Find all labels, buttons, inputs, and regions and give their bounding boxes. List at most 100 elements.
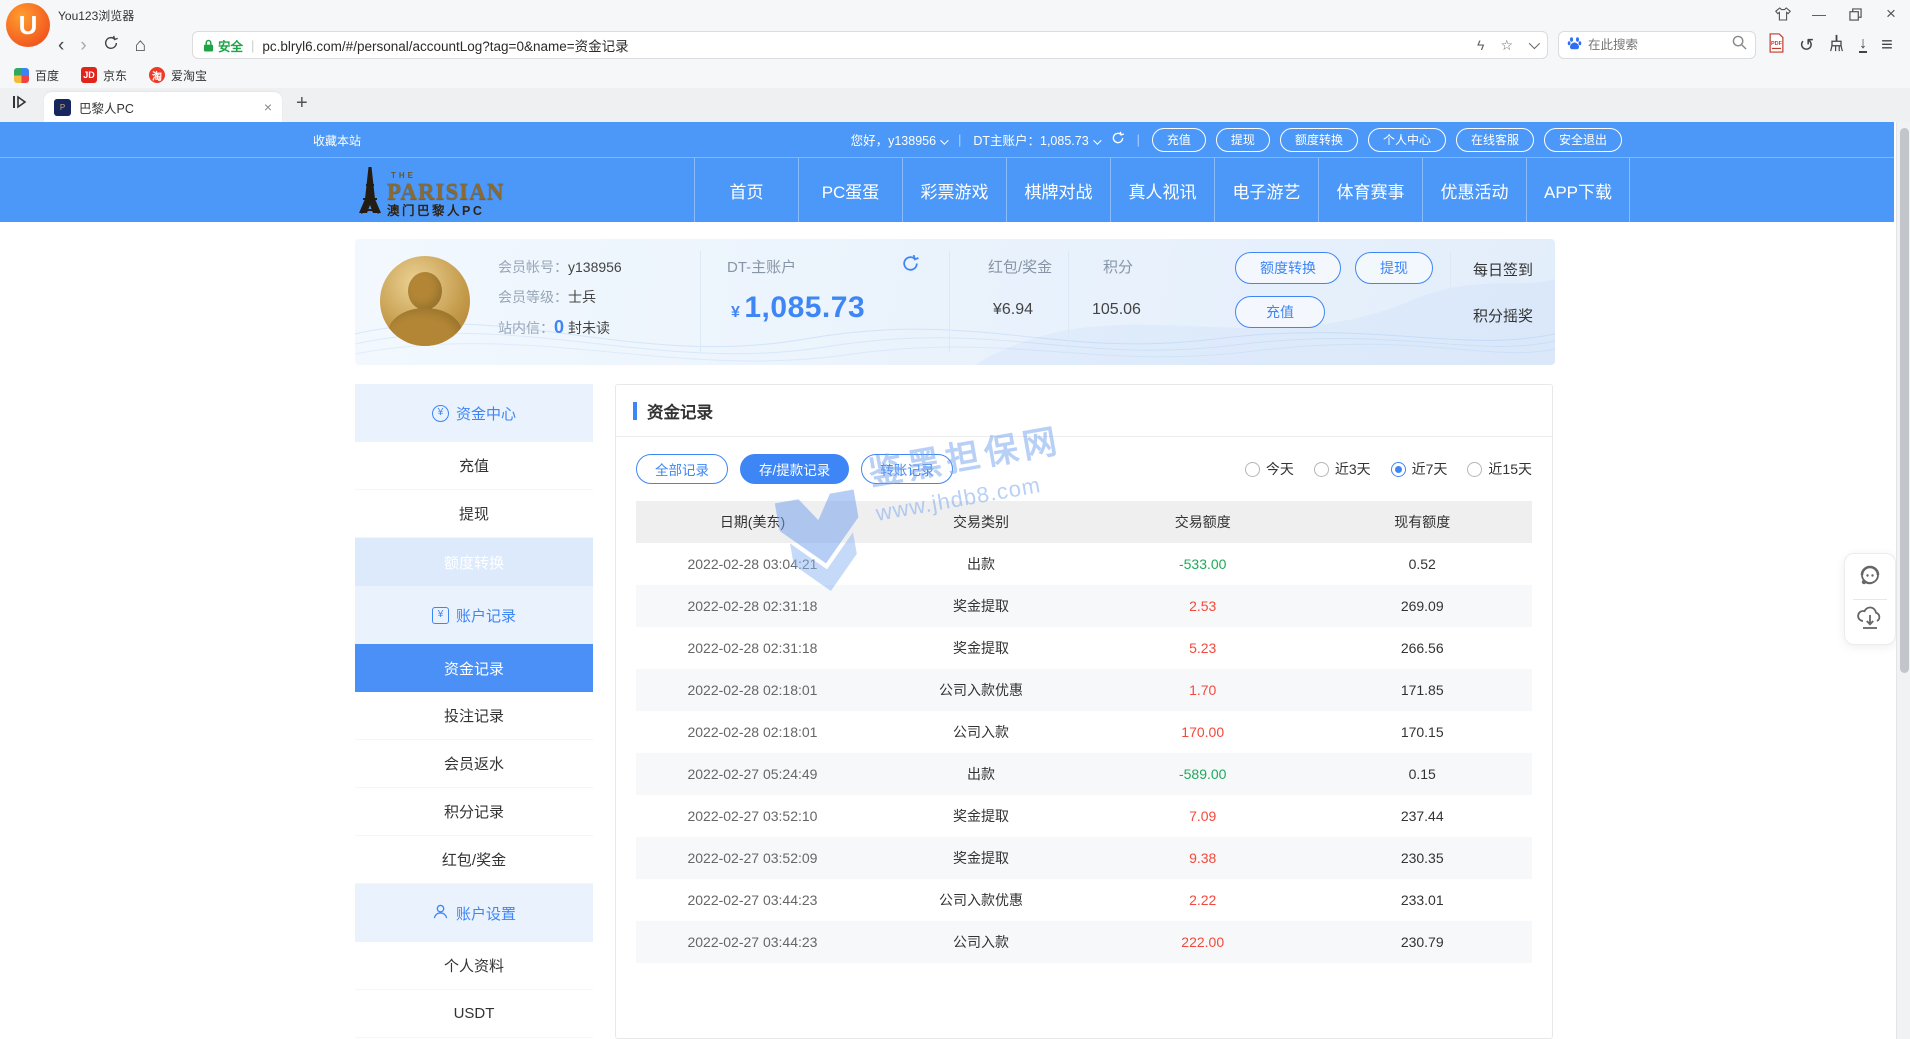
topbar-button[interactable]: 额度转换 — [1280, 128, 1358, 152]
cleaner-icon[interactable] — [1828, 34, 1845, 57]
points-value: 105.06 — [1092, 301, 1141, 319]
sidebar-item[interactable]: 会员返水 — [355, 740, 593, 788]
bookmark-taobao[interactable]: 淘 爱淘宝 — [149, 67, 207, 84]
flash-icon[interactable]: ϟ — [1477, 37, 1484, 53]
col-header-balance: 现有额度 — [1312, 512, 1532, 532]
home-button[interactable]: ⌂ — [135, 36, 146, 55]
menu-icon[interactable]: ≡ — [1881, 34, 1893, 57]
filter-tab[interactable]: 转账记录 — [861, 454, 953, 484]
undo-icon[interactable]: ↺ — [1799, 35, 1814, 56]
sidebar-item[interactable]: 个人资料 — [355, 942, 593, 990]
mail-count: 0 — [554, 317, 564, 337]
page-title: 资金记录 — [616, 385, 1552, 437]
divider — [1853, 599, 1887, 600]
avatar-head — [408, 272, 442, 310]
sidebar-item[interactable]: 投注记录 — [355, 692, 593, 740]
refresh-balance-icon[interactable] — [1111, 131, 1125, 148]
bookmark-star-icon[interactable]: ☆ — [1500, 37, 1513, 54]
forward-button[interactable]: › — [80, 36, 86, 55]
cloud-download-icon[interactable] — [1856, 605, 1884, 636]
cell-amount: 2.53 — [1093, 598, 1313, 614]
topbar-button[interactable]: 个人中心 — [1368, 128, 1446, 152]
customer-service-icon[interactable] — [1857, 563, 1883, 594]
sidebar-item[interactable]: 额度转换 — [355, 538, 593, 586]
sidebar-item[interactable]: 资金记录 — [355, 644, 593, 692]
sidebar-toggle-icon[interactable] — [12, 95, 28, 114]
site-logo[interactable]: THE PARISIAN 澳门巴黎人PC — [355, 165, 504, 217]
url-address[interactable]: pc.blryl6.com/#/personal/accountLog?tag=… — [262, 35, 1469, 55]
logo-subtitle: 澳门巴黎人PC — [387, 205, 504, 218]
col-header-amount: 交易额度 — [1093, 512, 1313, 532]
nav-menu-item[interactable]: PC蛋蛋 — [798, 158, 902, 222]
transfer-button[interactable]: 额度转换 — [1235, 252, 1341, 284]
sidebar-item[interactable]: 充值 — [355, 442, 593, 490]
search-input[interactable] — [1588, 38, 1726, 52]
cell-balance: 269.09 — [1312, 598, 1532, 614]
avatar[interactable] — [380, 256, 470, 346]
url-separator: | — [251, 38, 254, 53]
new-tab-button[interactable]: + — [296, 92, 308, 115]
bookmark-baidu[interactable]: 百度 — [14, 67, 59, 84]
favorite-site-link[interactable]: 收藏本站 — [313, 132, 361, 149]
bookmark-jd[interactable]: JD 京东 — [81, 67, 127, 84]
sidebar-item[interactable]: 积分记录 — [355, 788, 593, 836]
browser-tab[interactable]: P 巴黎人PC × — [44, 92, 282, 122]
date-range-radio[interactable]: 近15天 — [1467, 459, 1532, 479]
url-bar[interactable]: 安全 | pc.blryl6.com/#/personal/accountLog… — [192, 31, 1548, 59]
search-magnifier-icon[interactable] — [1732, 35, 1747, 55]
refresh-wallet-icon[interactable] — [901, 254, 920, 278]
wallet-balance: ¥ 1,085.73 — [731, 291, 865, 325]
nav-menu-item[interactable]: 真人视讯 — [1110, 158, 1214, 222]
sidebar-item[interactable]: 红包/奖金 — [355, 836, 593, 884]
back-button[interactable]: ‹ — [58, 36, 64, 55]
deposit-button[interactable]: 充值 — [1235, 296, 1325, 328]
filter-tab[interactable]: 存/提款记录 — [740, 454, 849, 484]
table-row: 2022-02-27 05:24:49 出款 -589.00 0.15 — [636, 753, 1532, 795]
scrollbar-thumb[interactable] — [1900, 128, 1909, 673]
cell-amount: 2.22 — [1093, 892, 1313, 908]
nav-menu-item[interactable]: 首页 — [694, 158, 798, 222]
nav-menu-item[interactable]: APP下载 — [1526, 158, 1630, 222]
sidebar-item[interactable]: USDT — [355, 990, 593, 1038]
pdf-icon[interactable]: PDF — [1768, 33, 1785, 58]
topbar-button[interactable]: 充值 — [1152, 128, 1206, 152]
nav-menu-item[interactable]: 棋牌对战 — [1006, 158, 1110, 222]
reload-button[interactable] — [103, 35, 119, 55]
cell-type: 公司入款优惠 — [869, 890, 1093, 910]
search-box[interactable] — [1558, 31, 1756, 59]
cell-type: 公司入款优惠 — [869, 680, 1093, 700]
page-scrollbar[interactable] — [1896, 122, 1910, 1039]
date-range-radio[interactable]: 近7天 — [1391, 459, 1448, 479]
nav-menu-item[interactable]: 优惠活动 — [1422, 158, 1526, 222]
topbar-button[interactable]: 在线客服 — [1456, 128, 1534, 152]
nav-menu-item[interactable]: 体育赛事 — [1318, 158, 1422, 222]
main-account-text[interactable]: DT主账户：1,085.73 — [973, 130, 1098, 149]
member-mail-row[interactable]: 站内信：0封未读 — [498, 312, 622, 343]
nav-menu-item[interactable]: 电子游艺 — [1214, 158, 1318, 222]
tab-close-icon[interactable]: × — [264, 100, 272, 114]
table-row: 2022-02-27 03:44:23 公司入款优惠 2.22 233.01 — [636, 879, 1532, 921]
account-value: y138956 — [568, 259, 622, 275]
topbar-button[interactable]: 提现 — [1216, 128, 1270, 152]
browser-logo[interactable]: U — [6, 3, 50, 47]
download-icon[interactable]: ↓ — [1859, 37, 1867, 53]
close-button[interactable]: × — [1880, 4, 1902, 24]
restore-button[interactable] — [1844, 4, 1866, 24]
filter-tab[interactable]: 全部记录 — [636, 454, 728, 484]
sidebar-item[interactable]: 提现 — [355, 490, 593, 538]
minimize-button[interactable]: — — [1808, 4, 1830, 24]
daily-signin-link[interactable]: 每日签到 — [1473, 259, 1533, 280]
nav-menu-item[interactable]: 彩票游戏 — [902, 158, 1006, 222]
mail-label: 站内信： — [498, 320, 554, 336]
cell-balance: 237.44 — [1312, 808, 1532, 824]
points-lottery-link[interactable]: 积分摇奖 — [1473, 305, 1533, 326]
table-row: 2022-02-27 03:52:09 奖金提取 9.38 230.35 — [636, 837, 1532, 879]
radio-label: 近7天 — [1412, 459, 1448, 479]
topbar-button[interactable]: 安全退出 — [1544, 128, 1622, 152]
skin-icon[interactable] — [1772, 4, 1794, 24]
withdraw-button[interactable]: 提现 — [1355, 252, 1433, 284]
url-dropdown-icon[interactable] — [1529, 38, 1540, 49]
date-range-radio[interactable]: 近3天 — [1314, 459, 1371, 479]
date-range-radio[interactable]: 今天 — [1245, 459, 1294, 479]
greeting-text[interactable]: 您好，y138956 — [851, 130, 946, 149]
